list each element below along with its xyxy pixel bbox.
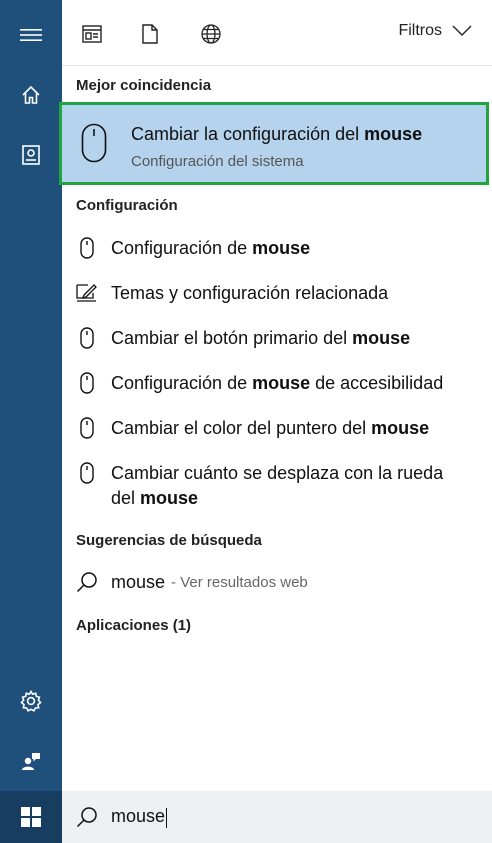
text-caret xyxy=(166,807,168,828)
mouse-icon xyxy=(81,123,107,168)
chevron-down-icon xyxy=(452,25,472,36)
best-match-title: Cambiar la configuración del mouse xyxy=(131,124,423,144)
search-input[interactable]: mouse xyxy=(111,806,168,828)
notebook-icon[interactable] xyxy=(0,130,62,180)
mouse-icon xyxy=(76,372,98,394)
web-suggestion-item[interactable]: mouse - Ver resultados web xyxy=(76,571,308,593)
web-filter-icon[interactable] xyxy=(197,20,225,48)
apps-header[interactable]: Aplicaciones (1) xyxy=(76,617,191,634)
settings-header: Configuración xyxy=(76,197,178,214)
windows-start-icon[interactable] xyxy=(0,791,62,843)
settings-item-label: Cambiar el color del puntero del mouse xyxy=(111,418,430,438)
filters-dropdown[interactable]: Filtros xyxy=(398,22,472,40)
feedback-icon[interactable] xyxy=(0,736,62,786)
best-match-result[interactable]: Cambiar la configuración del mouse Confi… xyxy=(59,102,489,185)
suggestion-hint: - Ver resultados web xyxy=(171,573,308,591)
settings-item[interactable]: Cambiar el botón primario del mouse xyxy=(76,326,486,351)
documents-filter-icon[interactable] xyxy=(136,20,164,48)
settings-item[interactable]: Temas y configuración relacionada xyxy=(76,281,486,306)
settings-item-label: Cambiar cuánto se desplaza con la rueda … xyxy=(111,463,444,508)
search-icon xyxy=(76,806,98,828)
search-icon xyxy=(76,571,98,593)
settings-gear-icon[interactable] xyxy=(0,676,62,726)
settings-item[interactable]: Configuración de mouse xyxy=(76,236,486,261)
mouse-icon xyxy=(76,417,98,439)
suggestion-term: mouse xyxy=(111,571,166,592)
mouse-icon xyxy=(76,237,98,259)
best-match-subtitle: Configuración del sistema xyxy=(131,153,304,170)
settings-item[interactable]: Configuración de mouse de accesibilidad xyxy=(76,371,486,396)
settings-item[interactable]: Cambiar el color del puntero del mouse xyxy=(76,416,486,441)
search-box[interactable]: mouse xyxy=(62,791,492,843)
apps-filter-icon[interactable] xyxy=(78,20,106,48)
mouse-icon xyxy=(76,327,98,349)
search-suggestions-header: Sugerencias de búsqueda xyxy=(76,532,262,549)
home-icon[interactable] xyxy=(0,70,62,120)
settings-item-label: Cambiar el botón primario del mouse xyxy=(111,328,411,348)
settings-item-label: Temas y configuración relacionada xyxy=(111,283,389,303)
left-rail xyxy=(0,0,62,843)
mouse-icon xyxy=(76,462,98,484)
settings-item[interactable]: Cambiar cuánto se desplaza con la rueda … xyxy=(76,461,456,511)
filters-label: Filtros xyxy=(398,22,442,39)
settings-item-label: Configuración de mouse xyxy=(111,238,311,258)
settings-item-label: Configuración de mouse de accesibilidad xyxy=(111,373,444,393)
theme-settings-icon xyxy=(76,282,98,304)
hamburger-menu-icon[interactable] xyxy=(0,10,62,60)
best-match-header: Mejor coincidencia xyxy=(76,77,212,94)
filter-toolbar: Filtros xyxy=(62,0,492,66)
